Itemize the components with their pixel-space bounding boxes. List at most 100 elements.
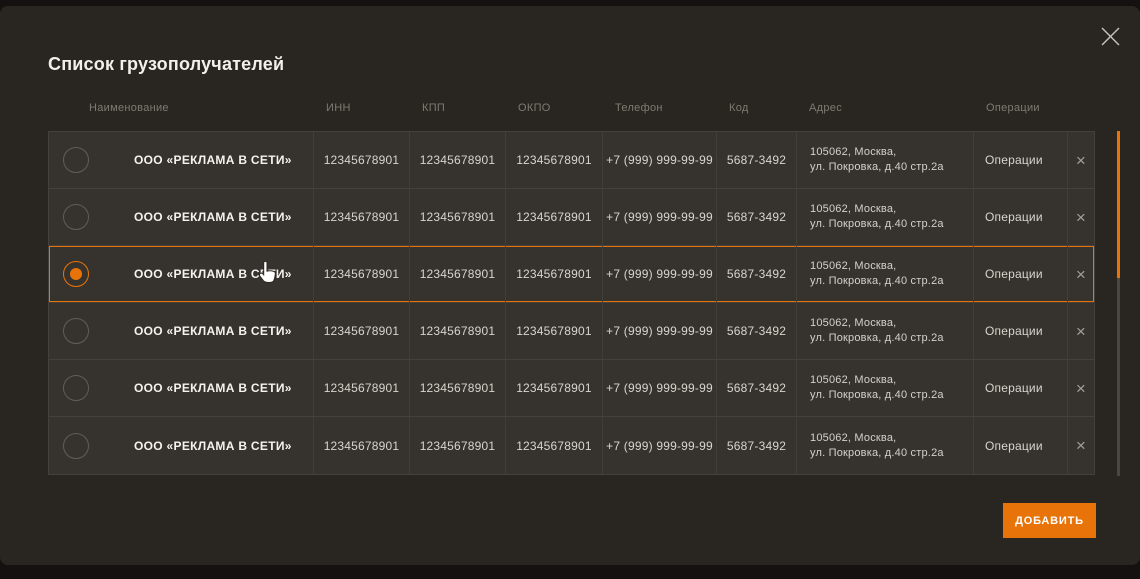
address-cell: 105062, Москва, ул. Покровка, д.40 стр.2… xyxy=(797,189,974,245)
name-cell: ООО «РЕКЛАМА В СЕТИ» xyxy=(49,303,314,359)
address-cell: 105062, Москва, ул. Покровка, д.40 стр.2… xyxy=(797,417,974,474)
table-header: Наименование ИНН КПП ОКПО Телефон Код Ад… xyxy=(48,102,1095,114)
row-delete-button[interactable]: × xyxy=(1068,132,1094,188)
inn-cell: 12345678901 xyxy=(314,417,410,474)
inn-cell: 12345678901 xyxy=(314,189,410,245)
operations-button[interactable]: Операции xyxy=(974,303,1068,359)
phone-cell: +7 (999) 999-99-99 xyxy=(603,360,717,416)
inn-cell: 12345678901 xyxy=(314,246,410,302)
header-okpo: ОКПО xyxy=(506,102,603,114)
table-row[interactable]: ООО «РЕКЛАМА В СЕТИ» 12345678901 1234567… xyxy=(49,417,1094,474)
phone-cell: +7 (999) 999-99-99 xyxy=(603,417,717,474)
header-actions-spacer xyxy=(1068,102,1095,114)
operations-button[interactable]: Операции xyxy=(974,189,1068,245)
radio-button[interactable] xyxy=(63,147,89,173)
code-cell: 5687-3492 xyxy=(717,132,797,188)
header-address: Адрес xyxy=(797,102,974,114)
address-line-1: 105062, Москва, xyxy=(810,316,896,331)
name-cell: ООО «РЕКЛАМА В СЕТИ» xyxy=(49,360,314,416)
kpp-cell: 12345678901 xyxy=(410,360,506,416)
kpp-cell: 12345678901 xyxy=(410,417,506,474)
address-line-2: ул. Покровка, д.40 стр.2а xyxy=(810,160,944,175)
consignee-name: ООО «РЕКЛАМА В СЕТИ» xyxy=(134,210,292,224)
x-icon: × xyxy=(1076,437,1086,454)
x-icon: × xyxy=(1076,380,1086,397)
kpp-cell: 12345678901 xyxy=(410,132,506,188)
okpo-cell: 12345678901 xyxy=(506,189,603,245)
phone-cell: +7 (999) 999-99-99 xyxy=(603,246,717,302)
hand-cursor-icon xyxy=(257,259,279,285)
table-row[interactable]: ООО «РЕКЛАМА В СЕТИ» 12345678901 1234567… xyxy=(49,360,1094,417)
okpo-cell: 12345678901 xyxy=(506,303,603,359)
name-cell: ООО «РЕКЛАМА В СЕТИ» xyxy=(49,417,314,474)
kpp-cell: 12345678901 xyxy=(410,303,506,359)
radio-button[interactable] xyxy=(63,261,89,287)
row-delete-button[interactable]: × xyxy=(1068,360,1094,416)
address-line-1: 105062, Москва, xyxy=(810,373,896,388)
address-line-2: ул. Покровка, д.40 стр.2а xyxy=(810,217,944,232)
okpo-cell: 12345678901 xyxy=(506,417,603,474)
dialog-title: Список грузополучателей xyxy=(48,54,284,75)
code-cell: 5687-3492 xyxy=(717,189,797,245)
address-line-2: ул. Покровка, д.40 стр.2а xyxy=(810,331,944,346)
consignee-list-dialog: Список грузополучателей Наименование ИНН… xyxy=(0,6,1140,565)
row-delete-button[interactable]: × xyxy=(1068,189,1094,245)
add-button[interactable]: ДОБАВИТЬ xyxy=(1003,503,1096,538)
address-line-1: 105062, Москва, xyxy=(810,259,896,274)
phone-cell: +7 (999) 999-99-99 xyxy=(603,132,717,188)
header-kpp: КПП xyxy=(410,102,506,114)
phone-cell: +7 (999) 999-99-99 xyxy=(603,303,717,359)
x-icon: × xyxy=(1076,152,1086,169)
code-cell: 5687-3492 xyxy=(717,360,797,416)
close-icon[interactable] xyxy=(1096,22,1124,50)
name-cell: ООО «РЕКЛАМА В СЕТИ» xyxy=(49,246,314,302)
address-line-1: 105062, Москва, xyxy=(810,202,896,217)
table-row[interactable]: ООО «РЕКЛАМА В СЕТИ» 12345678901 1234567… xyxy=(49,246,1094,303)
x-icon: × xyxy=(1076,323,1086,340)
header-operations: Операции xyxy=(974,102,1068,114)
inn-cell: 12345678901 xyxy=(314,303,410,359)
name-cell: ООО «РЕКЛАМА В СЕТИ» xyxy=(49,132,314,188)
address-cell: 105062, Москва, ул. Покровка, д.40 стр.2… xyxy=(797,246,974,302)
screen: Список грузополучателей Наименование ИНН… xyxy=(0,0,1140,579)
address-line-1: 105062, Москва, xyxy=(810,431,896,446)
operations-button[interactable]: Операции xyxy=(974,132,1068,188)
table-body: ООО «РЕКЛАМА В СЕТИ» 12345678901 1234567… xyxy=(48,131,1095,475)
address-cell: 105062, Москва, ул. Покровка, д.40 стр.2… xyxy=(797,132,974,188)
phone-cell: +7 (999) 999-99-99 xyxy=(603,189,717,245)
kpp-cell: 12345678901 xyxy=(410,246,506,302)
table-row[interactable]: ООО «РЕКЛАМА В СЕТИ» 12345678901 1234567… xyxy=(49,189,1094,246)
radio-button[interactable] xyxy=(63,375,89,401)
radio-button[interactable] xyxy=(63,318,89,344)
okpo-cell: 12345678901 xyxy=(506,360,603,416)
name-cell: ООО «РЕКЛАМА В СЕТИ» xyxy=(49,189,314,245)
header-inn: ИНН xyxy=(314,102,410,114)
radio-button[interactable] xyxy=(63,433,89,459)
operations-button[interactable]: Операции xyxy=(974,360,1068,416)
inn-cell: 12345678901 xyxy=(314,132,410,188)
address-line-2: ул. Покровка, д.40 стр.2а xyxy=(810,388,944,403)
inn-cell: 12345678901 xyxy=(314,360,410,416)
address-cell: 105062, Москва, ул. Покровка, д.40 стр.2… xyxy=(797,360,974,416)
consignee-name: ООО «РЕКЛАМА В СЕТИ» xyxy=(134,439,292,453)
row-delete-button[interactable]: × xyxy=(1068,417,1094,474)
header-name: Наименование xyxy=(48,102,314,114)
table-row[interactable]: ООО «РЕКЛАМА В СЕТИ» 12345678901 1234567… xyxy=(49,132,1094,189)
row-delete-button[interactable]: × xyxy=(1068,303,1094,359)
operations-button[interactable]: Операции xyxy=(974,246,1068,302)
address-line-2: ул. Покровка, д.40 стр.2а xyxy=(810,274,944,289)
row-delete-button[interactable]: × xyxy=(1068,246,1094,302)
scrollbar[interactable] xyxy=(1117,131,1120,476)
address-line-2: ул. Покровка, д.40 стр.2а xyxy=(810,446,944,461)
consignee-name: ООО «РЕКЛАМА В СЕТИ» xyxy=(134,381,292,395)
radio-button[interactable] xyxy=(63,204,89,230)
okpo-cell: 12345678901 xyxy=(506,132,603,188)
operations-button[interactable]: Операции xyxy=(974,417,1068,474)
table-row[interactable]: ООО «РЕКЛАМА В СЕТИ» 12345678901 1234567… xyxy=(49,303,1094,360)
scrollbar-thumb[interactable] xyxy=(1117,131,1120,278)
x-icon: × xyxy=(1076,266,1086,283)
okpo-cell: 12345678901 xyxy=(506,246,603,302)
code-cell: 5687-3492 xyxy=(717,246,797,302)
header-phone: Телефон xyxy=(603,102,717,114)
consignee-name: ООО «РЕКЛАМА В СЕТИ» xyxy=(134,153,292,167)
